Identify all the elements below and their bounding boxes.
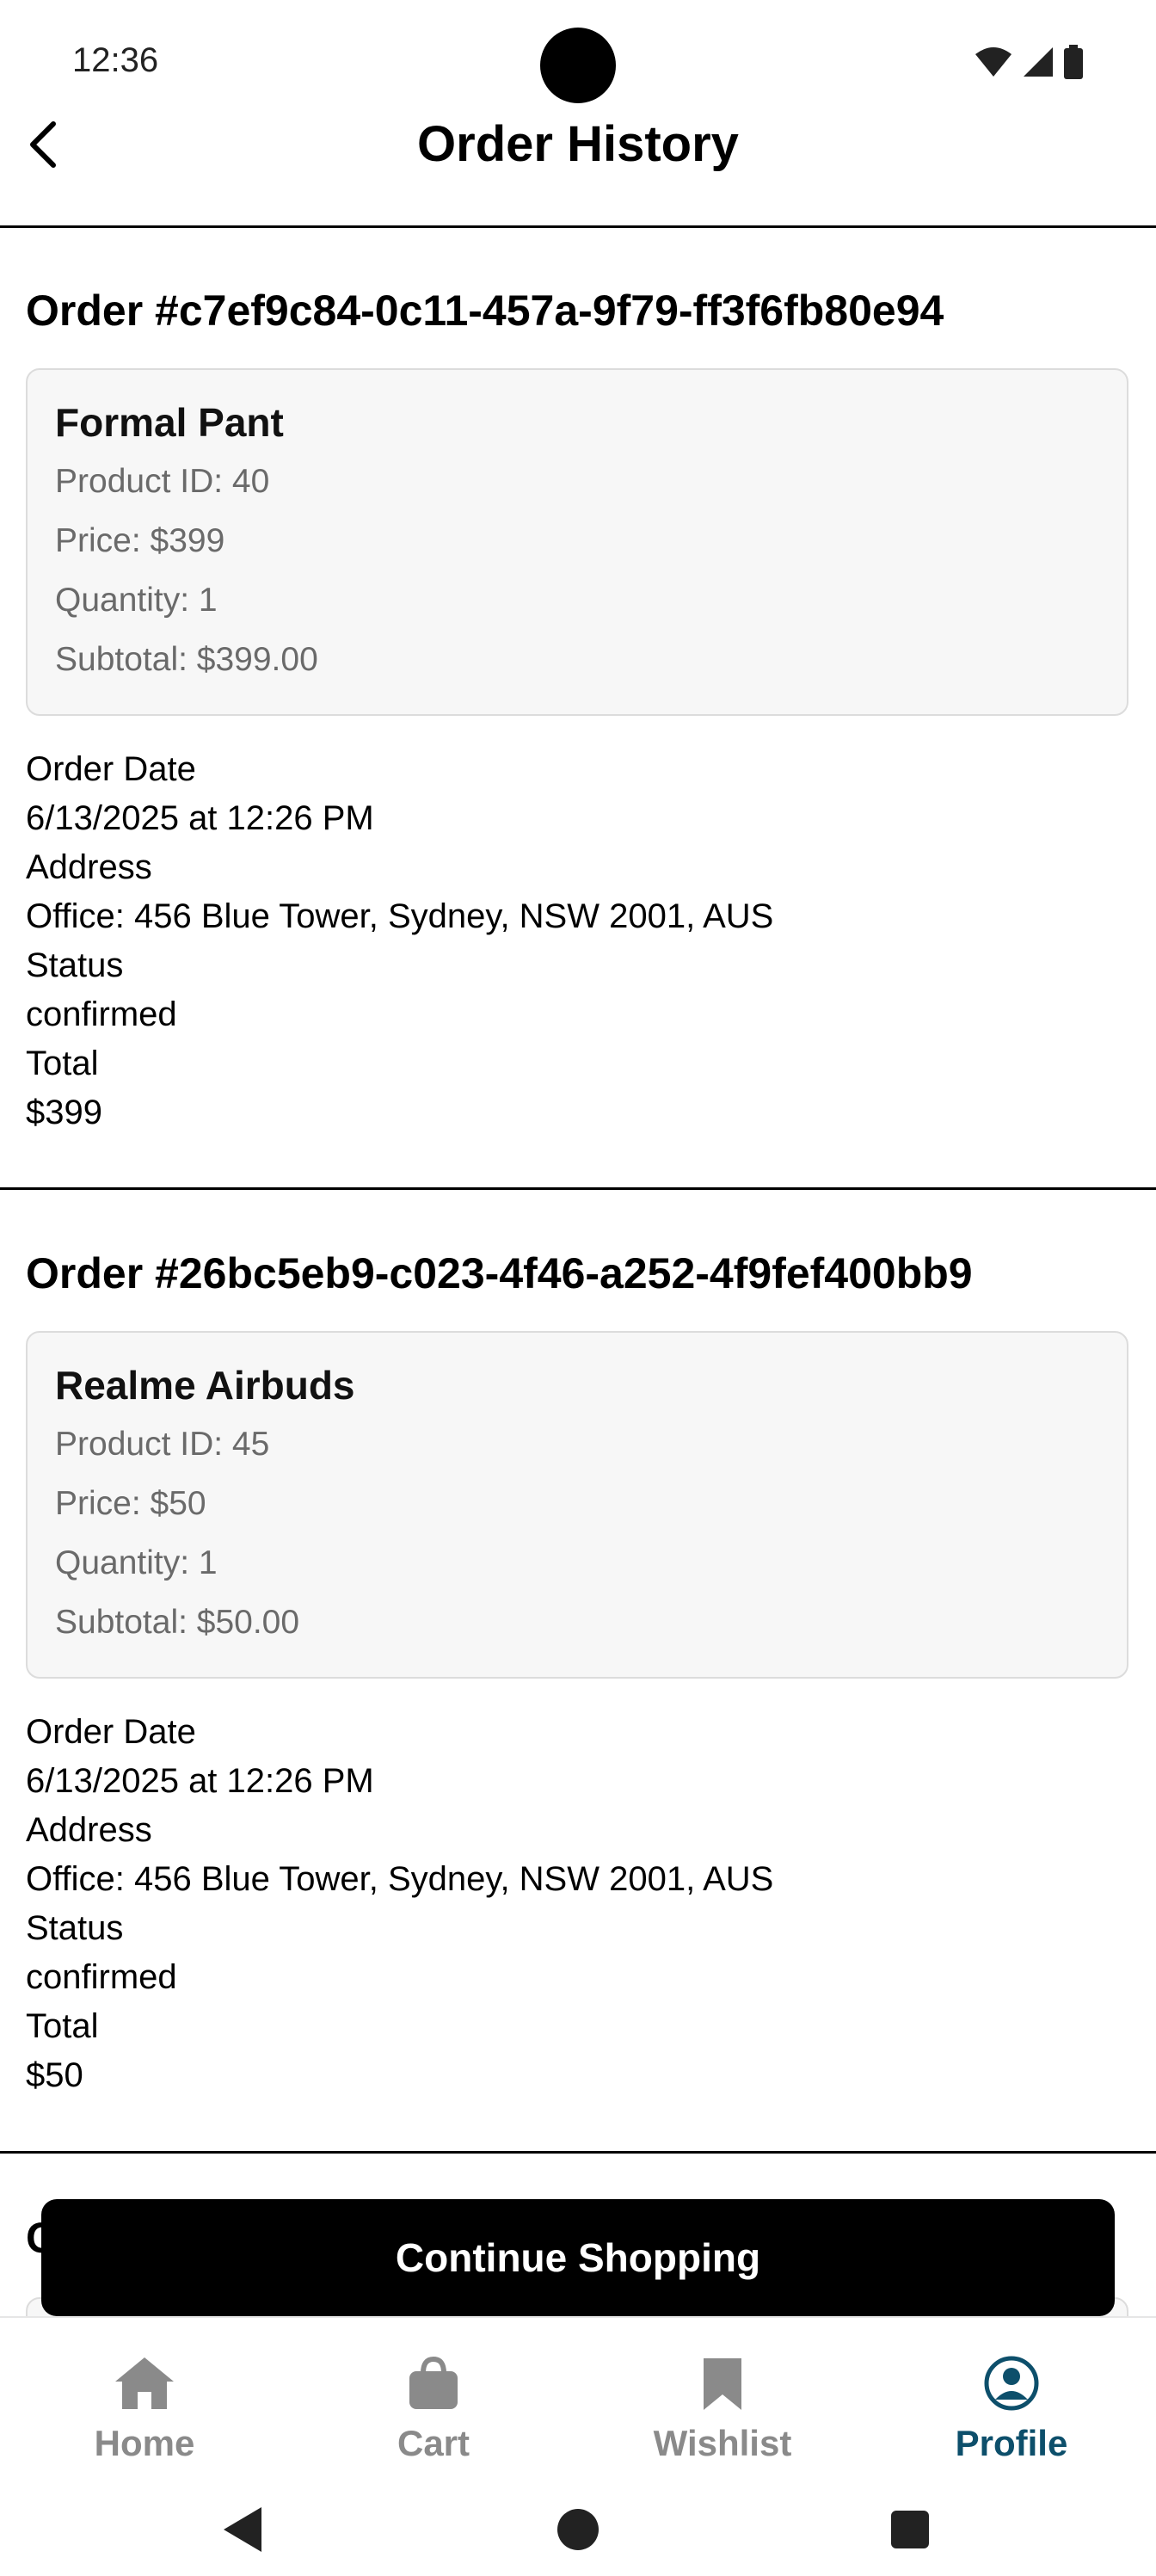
status-value: confirmed [26, 995, 177, 1033]
wifi-icon [974, 46, 1013, 83]
nav-label-home: Home [94, 2423, 195, 2463]
order-date-label: Order Date [26, 750, 196, 788]
battery-icon [1063, 45, 1084, 83]
item-name: Formal Pant [55, 400, 284, 445]
total-label: Total [26, 1045, 99, 1082]
order-date-value: 6/13/2025 at 12:26 PM [26, 799, 374, 837]
nav-label-cart: Cart [397, 2423, 470, 2463]
item-product-id: Product ID: 45 [55, 1426, 270, 1463]
item-product-id: Product ID: 40 [55, 463, 270, 500]
address-label: Address [26, 848, 152, 886]
home-icon [114, 2349, 175, 2418]
bookmark-icon [700, 2349, 745, 2418]
system-home-icon[interactable] [556, 2507, 600, 2556]
address-label: Address [26, 1811, 152, 1849]
status-label: Status [26, 946, 124, 984]
system-recents-icon[interactable] [889, 2509, 931, 2554]
status-bar: 12:36 [0, 0, 1156, 120]
order-divider [0, 2151, 1156, 2154]
item-subtotal: Subtotal: $399.00 [55, 641, 318, 678]
item-subtotal: Subtotal: $50.00 [55, 1604, 300, 1641]
order-item-card[interactable]: Formal Pant Product ID: 40 Price: $399 Q… [26, 368, 1128, 716]
order-date-label: Order Date [26, 1713, 196, 1751]
item-quantity: Quantity: 1 [55, 1544, 218, 1581]
item-price: Price: $399 [55, 522, 225, 559]
total-value: $50 [26, 2056, 83, 2094]
order-id: Order #26bc5eb9-c023-4f46-a252-4f9fef400… [26, 1249, 973, 1297]
order-item-card[interactable]: Realme Airbuds Product ID: 45 Price: $50… [26, 1331, 1128, 1679]
nav-label-wishlist: Wishlist [653, 2423, 792, 2463]
continue-shopping-button[interactable]: Continue Shopping [41, 2199, 1115, 2316]
nav-item-wishlist[interactable]: Wishlist [578, 2349, 867, 2478]
system-back-icon[interactable] [220, 2504, 265, 2560]
status-label: Status [26, 1909, 124, 1947]
nav-item-profile[interactable]: Profile [867, 2349, 1156, 2478]
order-id: Order #c7ef9c84-0c11-457a-9f79-ff3f6fb80… [26, 287, 944, 335]
status-icons [974, 45, 1084, 83]
total-label: Total [26, 2007, 99, 2045]
signal-icon [1022, 46, 1055, 83]
total-value: $399 [26, 1094, 102, 1131]
address-value: Office: 456 Blue Tower, Sydney, NSW 2001… [26, 1860, 774, 1898]
bag-icon [406, 2349, 461, 2418]
item-name: Realme Airbuds [55, 1363, 355, 1408]
nav-label-profile: Profile [955, 2423, 1068, 2463]
page-title: Order History [417, 116, 739, 172]
profile-icon [983, 2349, 1040, 2418]
status-time: 12:36 [72, 41, 159, 79]
system-nav-bar [0, 2495, 1156, 2564]
item-price: Price: $50 [55, 1485, 206, 1522]
order-date-value: 6/13/2025 at 12:26 PM [26, 1762, 374, 1800]
status-value: confirmed [26, 1958, 177, 1996]
nav-item-home[interactable]: Home [0, 2349, 289, 2478]
nav-item-cart[interactable]: Cart [289, 2349, 578, 2478]
address-value: Office: 456 Blue Tower, Sydney, NSW 2001… [26, 897, 774, 935]
app-header: Order History [0, 103, 1156, 228]
camera-cutout [540, 28, 616, 103]
item-quantity: Quantity: 1 [55, 582, 218, 619]
order-divider [0, 1187, 1156, 1190]
